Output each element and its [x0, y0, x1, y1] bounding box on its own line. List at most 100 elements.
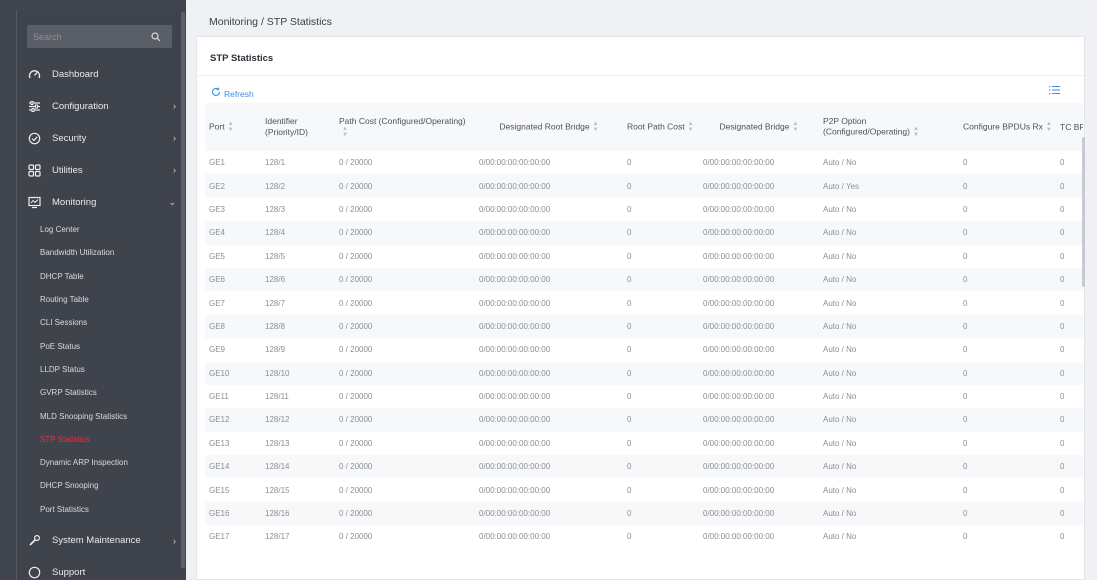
- table-cell: GE5: [209, 251, 226, 261]
- table-cell: 0: [1060, 485, 1065, 495]
- sort-icon[interactable]: ▲ ▼: [1046, 121, 1052, 133]
- sidebar-item-label: System Maintenance: [52, 535, 141, 547]
- column-header-designated-bridge[interactable]: Designated Bridge ▲ ▼: [699, 103, 819, 151]
- header-label: Root Path Cost: [627, 121, 685, 132]
- grid-icon: [26, 162, 42, 178]
- table-cell: 0/00:00:00:00:00:00: [475, 361, 623, 385]
- table-row: GE13 128/13 0 / 20000 0/00:00:00:00:00:00 0 0…: [205, 432, 1083, 455]
- table-cell: 0 / 20000: [339, 158, 373, 168]
- column-header-p2p-option[interactable]: P2P Option (Configured/Operating) ▲ ▼: [819, 103, 959, 151]
- table-cell: 0/00:00:00:00:00:00: [475, 455, 623, 479]
- column-settings-icon[interactable]: [1049, 85, 1060, 98]
- table-cell: 0: [959, 314, 1056, 339]
- submenu-item-mld-snooping-statistics[interactable]: MLD Snooping Statistics: [40, 404, 186, 427]
- table-cell: 0: [963, 392, 968, 402]
- table-cell: 0: [627, 204, 632, 214]
- column-header-designated-root-bridge[interactable]: Designated Root Bridge ▲ ▼: [475, 103, 623, 151]
- sort-icon[interactable]: ▲ ▼: [342, 126, 348, 138]
- table-cell: 0/00:00:00:00:00:00: [479, 345, 551, 355]
- table-cell: 0: [623, 361, 699, 385]
- table-cell: 0: [1056, 501, 1083, 526]
- table-cell: Auto / No: [819, 408, 959, 432]
- table-cell: 0: [963, 158, 968, 168]
- submenu-item-poe-status[interactable]: PoE Status: [40, 334, 186, 357]
- table-cell: 128/6: [261, 267, 335, 292]
- table-cell: Auto / No: [823, 298, 857, 308]
- table-cell: 0: [963, 438, 968, 448]
- sidebar-item-utilities[interactable]: Utilities ›: [26, 154, 186, 186]
- table-cell: GE14: [205, 455, 261, 479]
- column-header-path-cost[interactable]: Path Cost (Configured/Operating)▲ ▼: [335, 103, 475, 151]
- table-cell: 0/00:00:00:00:00:00: [479, 204, 551, 214]
- table-cell: 0 / 20000: [335, 221, 475, 245]
- table-cell: 0: [623, 455, 699, 479]
- column-header-identifier[interactable]: Identifier (Priority/ID): [261, 103, 335, 151]
- table-cell: 0/00:00:00:00:00:00: [699, 361, 819, 385]
- submenu-item-log-center[interactable]: Log Center: [40, 218, 186, 241]
- table-cell: 0: [627, 392, 632, 402]
- table-cell: Auto / No: [819, 455, 959, 479]
- table-cell: 128/9: [265, 345, 286, 355]
- gauge-icon: [26, 66, 42, 82]
- sidebar-item-label: Utilities: [52, 164, 83, 176]
- column-header-port[interactable]: Port ▲ ▼: [205, 103, 261, 151]
- sort-icon[interactable]: ▲ ▼: [792, 121, 798, 133]
- table-cell: 128/2: [261, 174, 335, 198]
- table-cell: Auto / No: [823, 532, 857, 542]
- sidebar-item-support[interactable]: Support: [26, 557, 186, 580]
- table-cell: 0 / 20000: [339, 485, 373, 495]
- sidebar-item-system-maintenance[interactable]: System Maintenance ›: [26, 525, 186, 557]
- submenu-item-gvrp-statistics[interactable]: GVRP Statistics: [40, 381, 186, 404]
- table-cell: 0: [1056, 408, 1083, 432]
- table-row: GE17 128/17 0 / 20000 0/00:00:00:00:00:00 0 0…: [205, 525, 1083, 548]
- table-cell: 0/00:00:00:00:00:00: [703, 532, 775, 542]
- sidebar-item-configuration[interactable]: Configuration ›: [26, 90, 186, 122]
- table-cell: GE15: [209, 485, 230, 495]
- table-cell: 0/00:00:00:00:00:00: [699, 455, 819, 479]
- chevron-right-icon: ›: [173, 535, 176, 546]
- refresh-button[interactable]: Refresh: [211, 87, 254, 100]
- search-input[interactable]: [33, 31, 151, 42]
- submenu-item-cli-sessions[interactable]: CLI Sessions: [40, 311, 186, 334]
- table-cell: 0 / 20000: [335, 174, 475, 198]
- table-cell: Auto / No: [823, 251, 857, 261]
- sort-icon[interactable]: ▲ ▼: [913, 126, 919, 138]
- table-cell: 0: [959, 408, 1056, 432]
- sort-icon[interactable]: ▲ ▼: [593, 121, 599, 133]
- sort-icon[interactable]: ▲ ▼: [228, 121, 234, 133]
- table-cell: GE7: [209, 298, 226, 308]
- sidebar-item-security[interactable]: Security ›: [26, 122, 186, 154]
- wrench-icon: [26, 533, 42, 549]
- table-cell: 0: [1056, 314, 1083, 339]
- table-cell: 0/00:00:00:00:00:00: [475, 221, 623, 245]
- table-scrollbar[interactable]: [1082, 137, 1085, 287]
- table-cell: GE17: [209, 532, 230, 542]
- table-cell: 0 / 20000: [339, 251, 373, 261]
- submenu-item-dhcp-snooping[interactable]: DHCP Snooping: [40, 474, 186, 497]
- submenu-item-stp-statistics[interactable]: STP Statistics: [40, 428, 186, 451]
- submenu-item-lldp-status[interactable]: LLDP Status: [40, 358, 186, 381]
- table-cell: Auto / No: [819, 267, 959, 292]
- table-cell: Auto / No: [819, 361, 959, 385]
- table-cell: 0/00:00:00:00:00:00: [699, 408, 819, 432]
- breadcrumb: Monitoring / STP Statistics: [209, 16, 332, 28]
- column-header-root-path-cost[interactable]: Root Path Cost ▲ ▼: [623, 103, 699, 151]
- submenu-item-bandwidth-utilization[interactable]: Bandwidth Utilization: [40, 241, 186, 264]
- table-cell: 128/4: [261, 221, 335, 245]
- table-cell: 0: [627, 298, 632, 308]
- submenu-item-dhcp-table[interactable]: DHCP Table: [40, 265, 186, 288]
- sidebar-item-dashboard[interactable]: Dashboard: [26, 58, 186, 90]
- table-cell: 0: [627, 345, 632, 355]
- table-cell: GE8: [205, 314, 261, 339]
- table-cell: 0: [623, 408, 699, 432]
- search-icon[interactable]: [151, 31, 161, 42]
- submenu-item-port-statistics[interactable]: Port Statistics: [40, 498, 186, 521]
- table-cell: 0: [963, 298, 968, 308]
- sidebar-item-monitoring[interactable]: Monitoring ⌄: [26, 186, 186, 218]
- submenu-item-routing-table[interactable]: Routing Table: [40, 288, 186, 311]
- column-header-tc-bpdus[interactable]: TC BP: [1056, 103, 1083, 151]
- sort-icon[interactable]: ▲ ▼: [688, 121, 694, 133]
- column-header-configure-bpdus-rx[interactable]: Configure BPDUs Rx ▲ ▼: [959, 103, 1056, 151]
- submenu-item-dynamic-arp-inspection[interactable]: Dynamic ARP Inspection: [40, 451, 186, 474]
- chevron-down-icon: ⌄: [168, 197, 176, 207]
